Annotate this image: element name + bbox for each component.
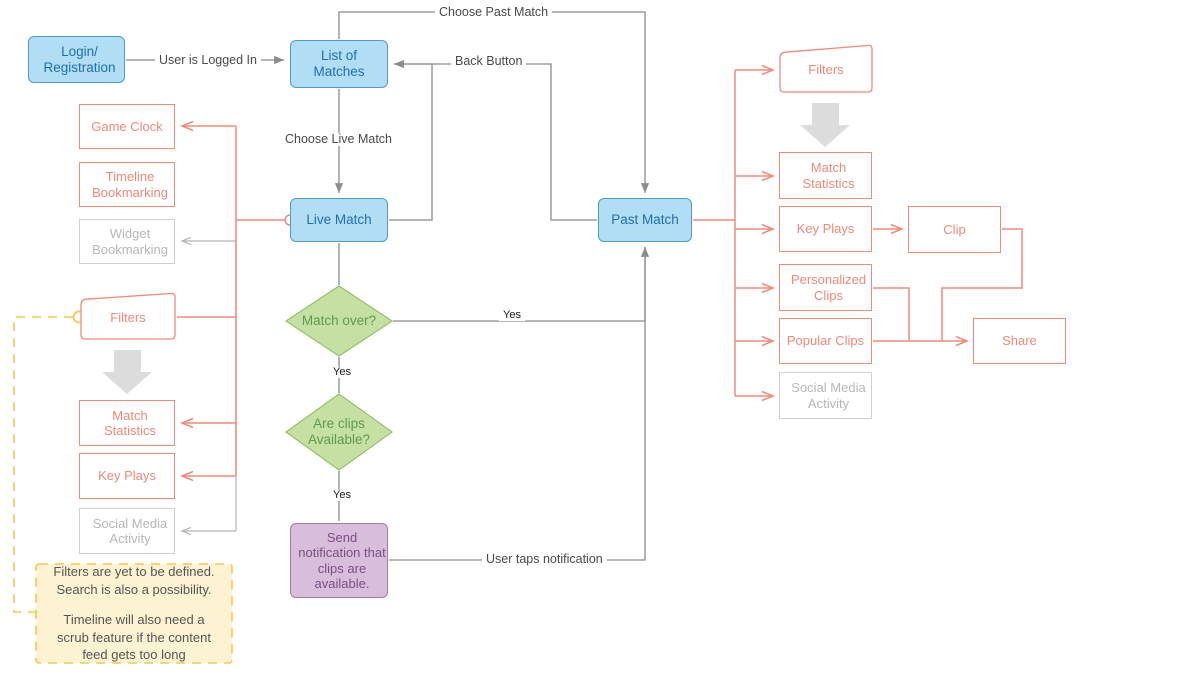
edge-list-to-past [338,11,650,194]
widget-line-2: Bookmarking [92,241,168,257]
node-filters-right-label: Filters [808,62,844,77]
node-clip-label: Clip [943,221,966,237]
social-media-left-line-2: Activity [109,531,151,546]
edge-label-user-is-logged-in: User is Logged In [155,54,261,67]
node-list-of-matches[interactable]: List of Matches [290,40,388,88]
node-social-media-right-label: Social Media Activity [780,380,871,411]
timeline-line-2: Bookmarking [92,184,168,200]
node-timeline-bookmarking-label: Timeline Bookmarking [80,169,174,200]
node-widget-bookmarking[interactable]: Widget Bookmarking [79,219,175,264]
social-media-right-line-1: Social Media [791,380,866,396]
flowchart-canvas: Login/ Registration List of Matches Live… [0,0,1200,675]
label-are-clips-available: Are clips Available? [286,413,392,451]
note-line-4: Timeline will also need a [63,612,205,628]
node-match-statistics-left-label: Match Statistics [80,408,174,439]
node-popular-clips[interactable]: Popular Clips [779,318,872,364]
edge-personalized-to-share-lane [873,287,910,341]
node-key-plays-right-label: Key Plays [796,221,855,237]
node-social-media-left-label: Social Media Activity [80,516,174,547]
big-arrow-group [102,103,850,394]
node-list-of-matches-label: List of Matches [313,48,365,79]
match-over-text: Match over? [301,312,377,328]
edge-past-to-list [393,59,597,221]
edge-label-back-button: Back Button [451,55,527,68]
node-personalized-clips[interactable]: Personalized Clips [779,264,872,311]
send-notif-line-1: Send [326,529,358,545]
node-filters-right[interactable]: Filters [778,44,874,95]
login-line-2: Registration [43,59,116,75]
label-match-over: Match over? [286,306,392,336]
note-line-6: feed gets too long [82,647,186,663]
node-login-registration-label: Login/ Registration [29,44,124,76]
send-notif-line-4: available. [314,575,370,591]
edge-label-yes-1: Yes [329,367,355,378]
node-social-media-activity-left[interactable]: Social Media Activity [79,508,175,554]
node-past-match[interactable]: Past Match [598,198,692,242]
node-share[interactable]: Share [973,318,1066,364]
node-game-clock[interactable]: Game Clock [79,104,175,149]
node-key-plays-right[interactable]: Key Plays [779,206,872,252]
node-login-registration[interactable]: Login/ Registration [28,36,125,83]
personalized-clips-line-2: Clips [814,287,843,303]
big-down-arrow-left [102,350,152,394]
login-line-1: Login/ [61,43,98,59]
node-game-clock-label: Game Clock [91,118,163,134]
note-line-2: Search is also a possibility. [56,581,212,597]
note-line-5: scrub feature if the content [57,629,211,645]
note-line-1: Filters are yet to be defined. [53,564,215,580]
node-share-label: Share [1002,333,1037,349]
node-personalized-clips-label: Personalized Clips [780,272,871,303]
widget-line-1: Widget [109,226,151,242]
note-text: Filters are yet to be defined. Search is… [53,563,214,664]
node-filters-left[interactable]: Filters [79,292,177,342]
timeline-line-1: Timeline [105,169,155,185]
node-match-statistics-right[interactable]: Match Statistics [779,152,872,199]
are-clips-line-2: Available? [307,432,371,447]
edge-label-yes-2: Yes [329,490,355,501]
node-match-statistics-right-label: Match Statistics [780,160,871,191]
send-notif-line-2: notification that [298,545,386,561]
edge-label-choose-live-match: Choose Live Match [281,133,397,146]
edge-notify-to-past [389,247,646,561]
node-send-notification-label: Send notification that clips are availab… [291,530,387,591]
node-key-plays-left[interactable]: Key Plays [79,453,175,499]
personalized-clips-line-1: Personalized [790,272,867,288]
node-social-media-activity-right[interactable]: Social Media Activity [779,372,872,419]
note-spacer [53,598,214,611]
node-live-match-label: Live Match [306,212,372,228]
node-match-statistics-left[interactable]: Match Statistics [79,400,175,446]
send-notif-line-3: clips are [317,560,367,576]
node-key-plays-left-label: Key Plays [98,468,156,484]
match-stats-left-line-1: Match [112,407,148,423]
social-media-left-line-1: Social Media [92,515,168,531]
are-clips-text: Are clips Available? [308,416,370,448]
node-popular-clips-label: Popular Clips [786,333,865,349]
match-stats-right-line-2: Statistics [802,175,855,191]
node-send-notification[interactable]: Send notification that clips are availab… [290,523,388,598]
node-past-match-label: Past Match [611,212,679,228]
social-media-right-line-2: Activity [807,395,850,411]
match-stats-right-line-1: Match [810,160,847,176]
node-widget-bookmarking-label: Widget Bookmarking [80,226,174,257]
are-clips-line-1: Are clips [313,415,365,431]
note-box: Filters are yet to be defined. Search is… [36,564,232,663]
node-clip[interactable]: Clip [908,206,1001,253]
node-timeline-bookmarking[interactable]: Timeline Bookmarking [79,162,175,207]
edge-label-choose-past-match: Choose Past Match [435,6,553,19]
edge-label-yes-match-over: Yes [499,310,525,321]
big-down-arrow-right [800,103,850,147]
node-filters-left-label: Filters [110,309,146,325]
edge-label-user-taps-notification: User taps notification [482,553,607,566]
match-stats-left-line-2: Statistics [103,423,156,438]
node-live-match[interactable]: Live Match [290,198,388,242]
